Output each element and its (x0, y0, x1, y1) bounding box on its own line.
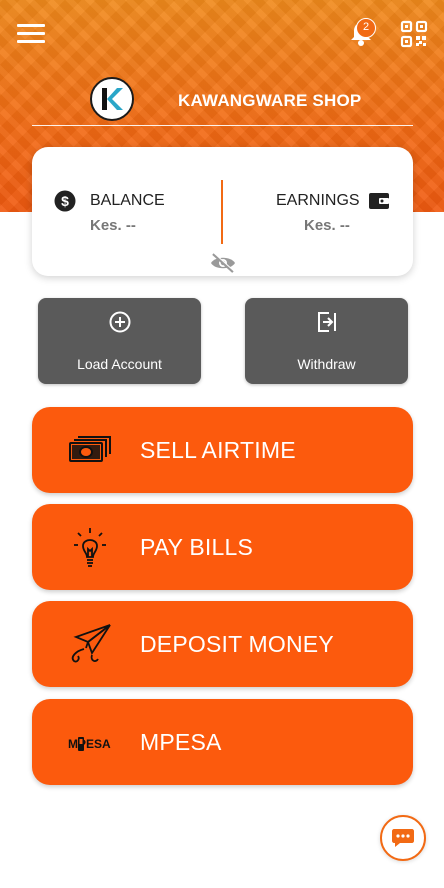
eye-hidden-icon[interactable] (209, 252, 237, 274)
plus-circle-icon (109, 311, 131, 333)
header-divider (32, 125, 413, 126)
mpesa-label: MPESA (140, 729, 222, 755)
pay-bills-button[interactable]: PAY BILLS (32, 504, 413, 590)
sell-airtime-button[interactable]: SELL AIRTIME (32, 407, 413, 493)
balance-card: $ BALANCE Kes. -- EARNINGS Kes. -- (32, 147, 413, 276)
hamburger-menu-icon[interactable] (17, 24, 45, 44)
k-logo-icon (102, 88, 123, 110)
mpesa-button[interactable]: MPESA MPESA (32, 699, 413, 785)
paper-plane-icon (71, 624, 111, 663)
load-account-label: Load Account (77, 356, 162, 372)
load-account-button[interactable]: Load Account (38, 298, 201, 384)
dollar-coin-icon: $ (54, 190, 76, 212)
deposit-money-label: DEPOSIT MONEY (140, 631, 334, 657)
notification-badge: 2 (356, 18, 376, 38)
balance-value: Kes. -- (90, 217, 136, 234)
svg-text:$: $ (61, 193, 69, 209)
exit-arrow-icon (318, 312, 336, 332)
cash-icon (69, 436, 111, 462)
svg-text:MPESA: MPESA (68, 737, 111, 751)
lightbulb-icon (74, 528, 106, 567)
balance-label: BALANCE (90, 192, 165, 209)
pay-bills-label: PAY BILLS (140, 534, 254, 560)
card-divider (221, 180, 223, 244)
shop-name: KAWANGWARE SHOP (178, 91, 362, 110)
sell-airtime-label: SELL AIRTIME (140, 437, 296, 463)
earnings-label: EARNINGS (276, 192, 360, 209)
earnings-value: Kes. -- (304, 217, 350, 234)
wallet-icon (369, 193, 389, 209)
mpesa-icon: MPESA (68, 737, 111, 751)
shop-logo (90, 77, 134, 121)
deposit-money-button[interactable]: DEPOSIT MONEY (32, 601, 413, 687)
chat-button[interactable] (380, 815, 426, 861)
withdraw-button[interactable]: Withdraw (245, 298, 408, 384)
withdraw-label: Withdraw (297, 356, 356, 372)
chat-bubble-icon (392, 829, 414, 847)
qr-code-icon[interactable] (400, 20, 428, 48)
